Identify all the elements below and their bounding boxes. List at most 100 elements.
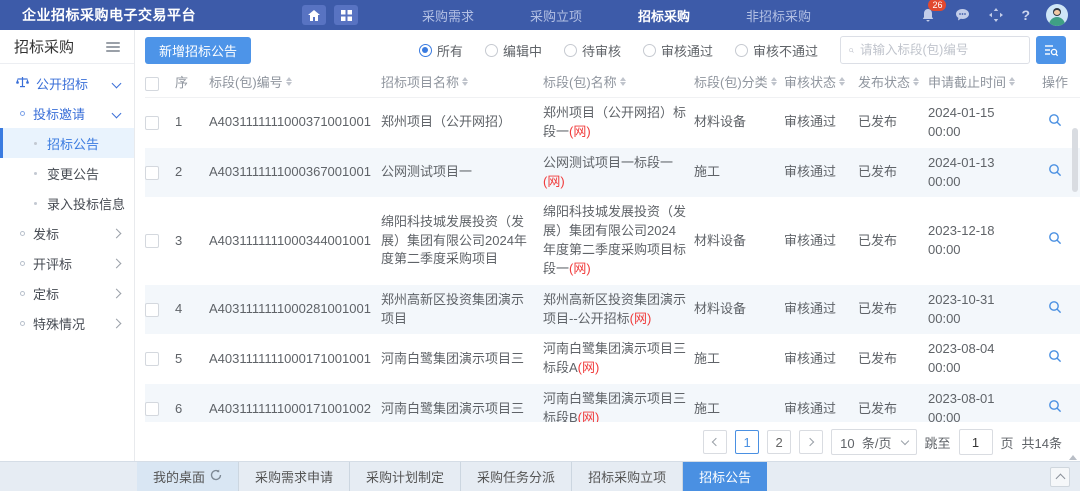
sidebar-item-label: 变更公告 <box>47 164 134 183</box>
tab-6[interactable]: 招标公告 <box>683 462 767 491</box>
prev-page-button[interactable] <box>703 430 727 454</box>
view-detail-icon[interactable] <box>1048 113 1062 127</box>
cell-pub: 已发布 <box>858 157 928 188</box>
collapse-tabbar-button[interactable] <box>1050 467 1070 487</box>
filter-radio-5[interactable]: 审核不通过 <box>735 41 818 60</box>
filter-label: 待审核 <box>582 41 621 60</box>
vertical-scrollbar[interactable] <box>1072 128 1078 454</box>
col-header-proj[interactable]: 招标项目名称 <box>381 74 543 93</box>
nav-item-2[interactable]: 采购立项 <box>530 6 582 25</box>
sidebar-item-5[interactable]: 录入投标信息 <box>0 188 134 218</box>
filter-label: 编辑中 <box>503 41 542 60</box>
col-header-code[interactable]: 标段(包)编号 <box>209 74 381 93</box>
sidebar-item-9[interactable]: 特殊情况 <box>0 308 134 338</box>
filter-search-icon <box>1044 44 1058 57</box>
apps-grid-icon[interactable] <box>334 5 358 25</box>
page-button-1[interactable]: 1 <box>735 430 759 454</box>
page-button-2[interactable]: 2 <box>767 430 791 454</box>
refresh-icon <box>210 469 222 484</box>
tab-5[interactable]: 招标采购立项 <box>572 462 683 491</box>
sidebar-item-label: 公开招标 <box>36 74 113 93</box>
row-checkbox[interactable] <box>145 303 159 317</box>
user-avatar[interactable] <box>1046 4 1068 26</box>
view-detail-icon[interactable] <box>1048 300 1062 314</box>
chevron-right-icon <box>112 288 122 298</box>
cell-name: 郑州高新区投资集团演示项目--公开招标(网) <box>543 285 694 335</box>
col-header-time[interactable]: 申请截止时间 <box>928 74 1038 93</box>
jump-page-input[interactable] <box>959 429 993 455</box>
filter-radio-3[interactable]: 待审核 <box>564 41 621 60</box>
bottom-strip <box>0 491 1080 496</box>
cell-code: A4031111111000371001001 <box>209 107 381 138</box>
next-page-button[interactable] <box>799 430 823 454</box>
sort-icon[interactable] <box>462 77 468 87</box>
sidebar-item-1[interactable]: 公开招标 <box>0 68 134 98</box>
tab-4[interactable]: 采购任务分派 <box>461 462 572 491</box>
tab-2[interactable]: 采购需求申请 <box>239 462 350 491</box>
cell-audit: 审核通过 <box>784 344 858 375</box>
home-icon[interactable] <box>302 5 326 25</box>
sidebar-item-2[interactable]: 投标邀请 <box>0 98 134 128</box>
tab-1[interactable]: 我的桌面 <box>137 462 239 491</box>
table-body: 1A4031111111000371001001郑州项目（公开网招）郑州项目（公… <box>145 98 1080 422</box>
sidebar-item-7[interactable]: 开评标 <box>0 248 134 278</box>
sidebar-item-3[interactable]: 招标公告 <box>0 128 134 158</box>
radio-icon <box>643 44 656 57</box>
bell-icon[interactable]: 26 <box>919 6 937 24</box>
nav-item-4[interactable]: 非招标采购 <box>746 6 811 25</box>
view-detail-icon[interactable] <box>1048 231 1062 245</box>
help-icon[interactable]: ? <box>1021 7 1030 23</box>
sidebar-item-8[interactable]: 定标 <box>0 278 134 308</box>
sort-icon[interactable] <box>620 77 626 87</box>
nav-item-1[interactable]: 采购需求 <box>422 6 474 25</box>
search-input[interactable] <box>860 43 1021 57</box>
col-header-pub[interactable]: 发布状态 <box>858 74 928 93</box>
cell-pub: 已发布 <box>858 107 928 138</box>
message-icon[interactable] <box>953 6 971 24</box>
cell-cat: 施工 <box>694 394 784 422</box>
col-header-cat[interactable]: 标段(包)分类 <box>694 74 784 93</box>
net-tag: (网) <box>569 124 591 139</box>
bullet-dot-icon <box>34 142 37 145</box>
view-detail-icon[interactable] <box>1048 399 1062 413</box>
cell-proj: 河南白鹭集团演示项目三 <box>381 344 543 375</box>
sort-icon[interactable] <box>771 77 777 87</box>
cell-audit: 审核通过 <box>784 157 858 188</box>
row-checkbox[interactable] <box>145 116 159 130</box>
status-filters: 所有 编辑中 待审核 审核通过 审核不通过 <box>419 41 818 60</box>
sort-icon[interactable] <box>913 77 919 87</box>
filter-radio-4[interactable]: 审核通过 <box>643 41 713 60</box>
bullet-icon <box>20 291 25 296</box>
col-header-audit[interactable]: 审核状态 <box>784 74 858 93</box>
add-announcement-button[interactable]: 新增招标公告 <box>145 37 251 64</box>
cell-seq: 3 <box>175 226 209 257</box>
view-detail-icon[interactable] <box>1048 349 1062 363</box>
advanced-search-button[interactable] <box>1036 36 1066 64</box>
row-checkbox[interactable] <box>145 166 159 180</box>
filter-radio-1[interactable]: 所有 <box>419 41 463 60</box>
filter-radio-2[interactable]: 编辑中 <box>485 41 542 60</box>
sidebar-item-label: 特殊情况 <box>33 314 113 333</box>
scrollbar-arrow-icon[interactable] <box>1069 455 1077 460</box>
sort-icon[interactable] <box>839 77 845 87</box>
cell-time: 2023-10-31 00:00 <box>928 285 1038 335</box>
cell-proj: 公网测试项目一 <box>381 157 543 188</box>
row-checkbox[interactable] <box>145 352 159 366</box>
page-size-select[interactable]: 10 条/页 <box>831 429 916 455</box>
row-checkbox[interactable] <box>145 402 159 416</box>
table-row: 3A4031111111000344001001绵阳科技城发展投资（发展）集团有… <box>145 197 1080 284</box>
cell-name: 河南白鹭集团演示项目三标段A(网) <box>543 334 694 384</box>
tab-3[interactable]: 采购计划制定 <box>350 462 461 491</box>
view-detail-icon[interactable] <box>1048 163 1062 177</box>
select-all-checkbox[interactable] <box>145 77 159 91</box>
col-header-name[interactable]: 标段(包)名称 <box>543 74 694 93</box>
col-header-seq: 序 <box>175 74 209 93</box>
nav-item-3[interactable]: 招标采购 <box>638 6 690 25</box>
fullscreen-icon[interactable] <box>987 6 1005 24</box>
sidebar-item-4[interactable]: 变更公告 <box>0 158 134 188</box>
row-checkbox[interactable] <box>145 234 159 248</box>
menu-collapse-icon[interactable] <box>106 40 120 54</box>
sidebar-item-6[interactable]: 发标 <box>0 218 134 248</box>
sort-icon[interactable] <box>1009 77 1015 87</box>
sort-icon[interactable] <box>286 77 292 87</box>
